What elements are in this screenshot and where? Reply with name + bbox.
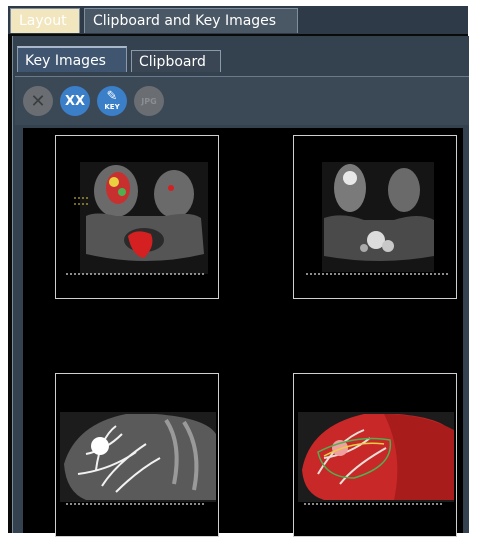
key-label: KEY	[104, 103, 120, 111]
mri-axial-color-image	[66, 162, 208, 275]
delete-button[interactable]: ✕	[23, 86, 53, 116]
tab-clipboard[interactable]: Clipboard	[131, 50, 221, 72]
mri-sagittal-color-image	[298, 412, 454, 505]
delete-all-label: XX	[64, 93, 86, 109]
export-jpg-button[interactable]: JPG	[134, 86, 164, 116]
thumbnail-4[interactable]	[293, 373, 457, 537]
tab-key-images[interactable]: Key Images	[17, 46, 127, 72]
top-tab-bar: Layout Clipboard and Key Images	[8, 6, 468, 34]
clipboard-panel: Key Images Clipboard ✕ XX ✎ KEY JPG	[12, 36, 469, 537]
close-icon: ✕	[30, 90, 46, 112]
jpg-label: JPG	[141, 96, 157, 106]
thumbnail-1[interactable]	[55, 135, 219, 299]
thumbnail-2[interactable]	[293, 135, 457, 299]
tab-layout[interactable]: Layout	[10, 8, 80, 33]
delete-all-button[interactable]: XX	[60, 86, 90, 116]
key-images-window: Layout Clipboard and Key Images Key Imag…	[8, 6, 469, 537]
key-image-button[interactable]: ✎ KEY	[97, 86, 127, 116]
mri-axial-grayscale-image	[306, 162, 448, 275]
sub-tab-bar: Key Images Clipboard	[15, 42, 469, 76]
tab-clipboard-and-key-images[interactable]: Clipboard and Key Images	[84, 8, 298, 33]
mri-sagittal-mip-image	[60, 412, 216, 505]
key-images-grid	[23, 128, 463, 537]
pencil-icon: ✎	[106, 89, 118, 104]
thumbnail-3[interactable]	[55, 373, 219, 537]
toolbar: ✕ XX ✎ KEY JPG	[15, 76, 469, 125]
